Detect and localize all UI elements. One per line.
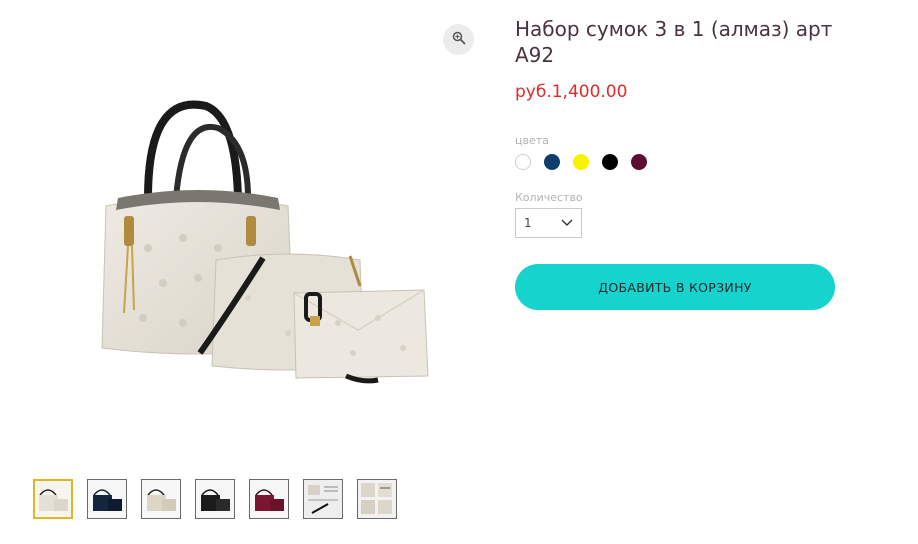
color-swatch-white[interactable] bbox=[515, 154, 531, 170]
thumbnail-beige-set-2[interactable] bbox=[141, 479, 181, 519]
quantity-stepper[interactable]: 1 bbox=[515, 208, 582, 238]
chevron-down-icon bbox=[561, 216, 573, 230]
color-swatch-burgundy[interactable] bbox=[631, 154, 647, 170]
color-swatches bbox=[515, 154, 647, 170]
thumbnail-beige-set[interactable] bbox=[33, 479, 73, 519]
thumbnail-navy-set[interactable] bbox=[87, 479, 127, 519]
colors-label: цвета bbox=[515, 134, 549, 147]
thumbnail-detail-view[interactable] bbox=[357, 479, 397, 519]
color-swatch-navy[interactable] bbox=[544, 154, 560, 170]
zoom-button[interactable] bbox=[443, 24, 474, 55]
add-to-cart-button[interactable]: ДОБАВИТЬ В КОРЗИНУ bbox=[515, 264, 835, 310]
product-price: руб.1,400.00 bbox=[515, 82, 628, 102]
thumbnail-burgundy-set[interactable] bbox=[249, 479, 289, 519]
quantity-value: 1 bbox=[524, 216, 532, 230]
product-title: Набор сумок 3 в 1 (алмаз) арт A92 bbox=[515, 17, 833, 67]
zoom-icon bbox=[452, 30, 466, 49]
color-swatch-yellow[interactable] bbox=[573, 154, 589, 170]
thumbnail-black-set[interactable] bbox=[195, 479, 235, 519]
quantity-label: Количество bbox=[515, 191, 583, 204]
thumbnail-size-chart[interactable] bbox=[303, 479, 343, 519]
thumbnail-strip bbox=[33, 479, 397, 519]
color-swatch-black[interactable] bbox=[602, 154, 618, 170]
product-main-image[interactable] bbox=[88, 98, 442, 416]
